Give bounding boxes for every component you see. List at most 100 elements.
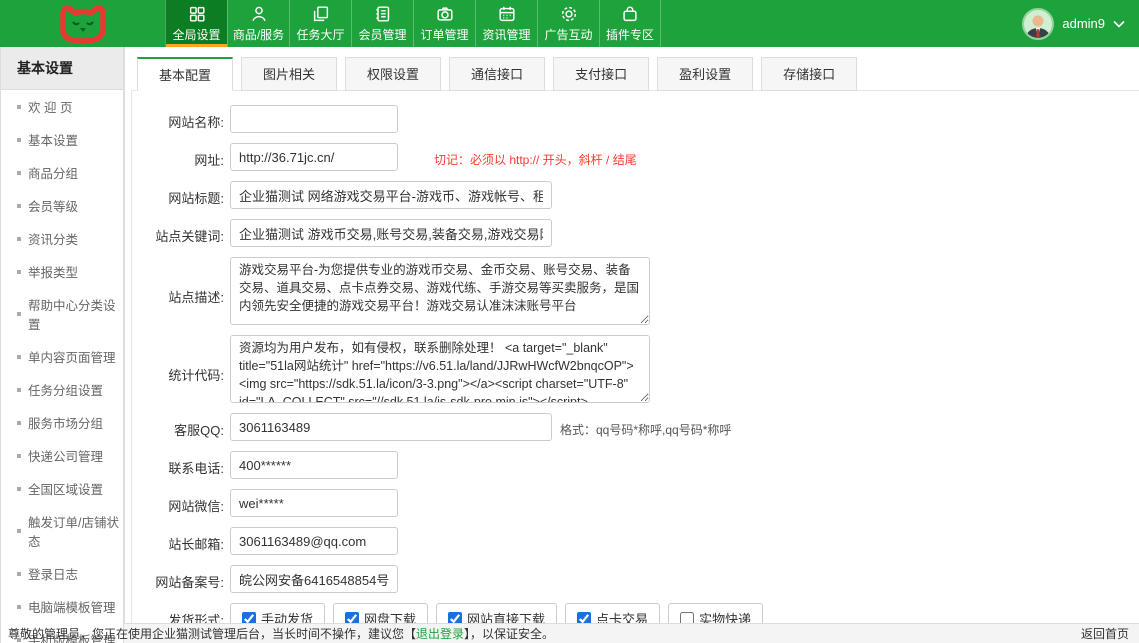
sidebar-panel: 基本设置 欢 迎 页 基本设置 商品分组 会员等级 资讯分类 举报类型 帮助中心… bbox=[0, 47, 124, 643]
shipping-option-netdisk[interactable]: 网盘下载 bbox=[333, 603, 428, 623]
form-row-icp-number: 网站备案号: bbox=[132, 565, 1139, 593]
manual-shipping-checkbox[interactable] bbox=[242, 612, 256, 624]
site-logo[interactable] bbox=[0, 0, 165, 47]
direct-download-checkbox[interactable] bbox=[448, 612, 462, 624]
sidebar-item-report-types[interactable]: 举报类型 bbox=[1, 255, 123, 288]
user-avatar bbox=[1022, 8, 1054, 40]
service-qq-label: 客服QQ: bbox=[132, 413, 224, 439]
nav-item-goods-services[interactable]: 商品/服务 bbox=[227, 0, 289, 47]
stats-code-textarea[interactable] bbox=[230, 335, 650, 403]
nav-label: 广告互动 bbox=[544, 26, 592, 43]
admin-email-label: 站长邮箱: bbox=[132, 527, 224, 553]
bullet-icon bbox=[17, 204, 21, 208]
form-row-site-wechat: 网站微信: bbox=[132, 489, 1139, 517]
icp-number-input[interactable] bbox=[230, 565, 398, 593]
nav-item-plugin-zone[interactable]: 插件专区 bbox=[599, 0, 661, 47]
nav-label: 插件专区 bbox=[606, 26, 654, 43]
nav-item-news-mgmt[interactable]: 资讯管理 bbox=[475, 0, 537, 47]
site-keywords-input[interactable] bbox=[230, 219, 552, 247]
service-qq-note: 格式：qq号码*称呼,qq号码*称呼 bbox=[560, 421, 731, 438]
nav-label: 全局设置 bbox=[172, 26, 220, 43]
contact-phone-input[interactable] bbox=[230, 451, 398, 479]
stats-code-label: 统计代码: bbox=[132, 335, 224, 384]
form-row-site-description: 站点描述: bbox=[132, 257, 1139, 325]
nav-item-ad-interact[interactable]: 广告互动 bbox=[537, 0, 599, 47]
sidebar-item-goods-groups[interactable]: 商品分组 bbox=[1, 156, 123, 189]
sidebar-item-help-center-categories[interactable]: 帮助中心分类设置 bbox=[1, 288, 123, 340]
sidebar-item-express-company-mgmt[interactable]: 快递公司管理 bbox=[1, 439, 123, 472]
bullet-icon bbox=[17, 105, 21, 109]
form-row-site-keywords: 站点关键词: bbox=[132, 219, 1139, 247]
nav-label: 任务大厅 bbox=[296, 26, 344, 43]
bullet-icon bbox=[17, 355, 21, 359]
card-trade-checkbox[interactable] bbox=[577, 612, 591, 624]
bullet-icon bbox=[17, 605, 21, 609]
form-row-admin-email: 站长邮箱: bbox=[132, 527, 1139, 555]
username: admin9 bbox=[1062, 16, 1105, 31]
sidebar-title: 基本设置 bbox=[1, 47, 123, 90]
shipping-option-direct-download[interactable]: 网站直接下载 bbox=[436, 603, 557, 623]
shipping-options: 手动发货 网盘下载 网站直接下载 点卡交易 bbox=[230, 603, 763, 623]
site-title-input[interactable] bbox=[230, 181, 552, 209]
sidebar-item-news-categories[interactable]: 资讯分类 bbox=[1, 222, 123, 255]
form-row-site-url: 网址: 切记：必须以 http:// 开头，斜杆 / 结尾 bbox=[132, 143, 1139, 171]
tab-profit-settings[interactable]: 盈利设置 bbox=[657, 57, 753, 91]
sidebar-item-login-log[interactable]: 登录日志 bbox=[1, 557, 123, 590]
bullet-icon bbox=[17, 270, 21, 274]
nav-label: 商品/服务 bbox=[233, 26, 284, 43]
logout-link[interactable]: 退出登录 bbox=[416, 627, 464, 641]
physical-express-checkbox[interactable] bbox=[680, 612, 694, 624]
netdisk-download-checkbox[interactable] bbox=[345, 612, 359, 624]
icp-number-label: 网站备案号: bbox=[132, 565, 224, 591]
copy-icon bbox=[311, 4, 331, 24]
tab-basic-config[interactable]: 基本配置 bbox=[137, 57, 233, 91]
camera-icon bbox=[435, 4, 455, 24]
nav-item-global-settings[interactable]: 全局设置 bbox=[165, 0, 227, 47]
bullet-icon bbox=[17, 388, 21, 392]
gear-icon bbox=[559, 4, 579, 24]
site-description-label: 站点描述: bbox=[132, 257, 224, 306]
nav-item-order-mgmt[interactable]: 订单管理 bbox=[413, 0, 475, 47]
sidebar-item-region-settings[interactable]: 全国区域设置 bbox=[1, 472, 123, 505]
form-row-site-name: 网站名称: bbox=[132, 105, 1139, 133]
site-wechat-input[interactable] bbox=[230, 489, 398, 517]
tab-storage-api[interactable]: 存储接口 bbox=[761, 57, 857, 91]
cat-logo-icon bbox=[54, 3, 112, 45]
sidebar-item-welcome[interactable]: 欢 迎 页 bbox=[1, 90, 123, 123]
site-url-label: 网址: bbox=[132, 143, 224, 169]
tab-permission-settings[interactable]: 权限设置 bbox=[345, 57, 441, 91]
sidebar-item-pc-template-mgmt[interactable]: 电脑端模板管理 bbox=[1, 590, 123, 623]
site-description-textarea[interactable] bbox=[230, 257, 650, 325]
sidebar-item-task-groups[interactable]: 任务分组设置 bbox=[1, 373, 123, 406]
admin-email-input[interactable] bbox=[230, 527, 398, 555]
bullet-icon bbox=[17, 237, 21, 241]
form-row-contact-phone: 联系电话: bbox=[132, 451, 1139, 479]
shipping-option-card[interactable]: 点卡交易 bbox=[565, 603, 660, 623]
bullet-icon bbox=[17, 171, 21, 175]
site-name-label: 网站名称: bbox=[132, 105, 224, 131]
journal-icon bbox=[373, 4, 393, 24]
shipping-option-physical[interactable]: 实物快递 bbox=[668, 603, 763, 623]
service-qq-input[interactable] bbox=[230, 413, 552, 441]
tab-payment-api[interactable]: 支付接口 bbox=[553, 57, 649, 91]
site-keywords-label: 站点关键词: bbox=[132, 219, 224, 245]
nav-item-member-mgmt[interactable]: 会员管理 bbox=[351, 0, 413, 47]
nav-item-task-hall[interactable]: 任务大厅 bbox=[289, 0, 351, 47]
tab-image-related[interactable]: 图片相关 bbox=[241, 57, 337, 91]
sidebar-item-trigger-order-shop-status[interactable]: 触发订单/店铺状态 bbox=[1, 505, 123, 557]
footer-bar: 尊敬的管理员，您正在使用企业猫测试管理后台，当长时间不操作，建议您【退出登录】，… bbox=[0, 623, 1139, 643]
back-home-link[interactable]: 返回首页 bbox=[1081, 625, 1139, 642]
sidebar-item-member-levels[interactable]: 会员等级 bbox=[1, 189, 123, 222]
sidebar-item-service-market-groups[interactable]: 服务市场分组 bbox=[1, 406, 123, 439]
user-menu[interactable]: admin9 bbox=[1022, 0, 1125, 47]
site-name-input[interactable] bbox=[230, 105, 398, 133]
shipping-option-manual[interactable]: 手动发货 bbox=[230, 603, 325, 623]
page-body: 基本设置 欢 迎 页 基本设置 商品分组 会员等级 资讯分类 举报类型 帮助中心… bbox=[0, 47, 1139, 623]
tab-communication-api[interactable]: 通信接口 bbox=[449, 57, 545, 91]
sidebar-item-basic-settings[interactable]: 基本设置 bbox=[1, 123, 123, 156]
site-url-input[interactable] bbox=[230, 143, 398, 171]
sidebar-item-single-page-mgmt[interactable]: 单内容页面管理 bbox=[1, 340, 123, 373]
top-header: 全局设置 商品/服务 任务大厅 会员管理 订单管理 资讯管理 bbox=[0, 0, 1139, 47]
grid-icon bbox=[187, 4, 207, 24]
form-row-site-title: 网站标题: bbox=[132, 181, 1139, 209]
